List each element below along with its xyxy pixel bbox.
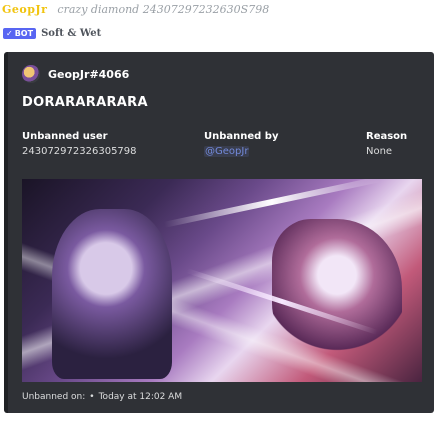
message-header: GeopJr crazy diamond 24307297232630S798 xyxy=(2,1,269,17)
message-content: crazy diamond 24307297232630S798 xyxy=(57,2,270,16)
avatar-icon[interactable] xyxy=(22,65,40,83)
embed: GeopJr#4066 DORARARARARA Unbanned user 2… xyxy=(4,52,434,413)
message-author[interactable]: GeopJr xyxy=(2,3,47,16)
embed-title: DORARARARARA xyxy=(22,95,148,110)
bot-tag-label: BOT xyxy=(14,28,34,38)
field-name: Unbanned by xyxy=(204,131,279,142)
bot-tag: ✓ BOT xyxy=(3,27,37,39)
embed-image[interactable] xyxy=(22,179,422,382)
field-value-wrap: @GeopJr xyxy=(204,146,278,157)
field-name: Reason xyxy=(366,131,408,142)
field-value: None xyxy=(366,146,393,157)
user-mention[interactable]: @GeopJr xyxy=(204,146,250,157)
field-unbanned-user: Unbanned user 243072972326305798 xyxy=(22,131,137,157)
bot-line: ✓ BOT Soft & Wet xyxy=(3,26,101,40)
field-value: 243072972326305798 xyxy=(22,146,137,157)
embed-author: GeopJr#4066 xyxy=(22,64,129,84)
bot-name[interactable]: Soft & Wet xyxy=(41,28,101,39)
checkmark-icon: ✓ xyxy=(6,28,13,38)
field-unbanned-by: Unbanned by @GeopJr xyxy=(204,131,278,157)
field-name: Unbanned user xyxy=(22,131,108,142)
image-figure-right xyxy=(272,219,402,359)
image-figure-left xyxy=(52,209,172,379)
embed-footer: Unbanned on: • Today at 12:02 AM xyxy=(22,390,182,404)
footer-separator: • xyxy=(89,392,95,402)
footer-label: Unbanned on: xyxy=(22,392,86,402)
embed-author-name[interactable]: GeopJr#4066 xyxy=(48,68,129,81)
field-reason: Reason None xyxy=(366,131,407,157)
footer-time: Today at 12:02 AM xyxy=(98,392,183,402)
